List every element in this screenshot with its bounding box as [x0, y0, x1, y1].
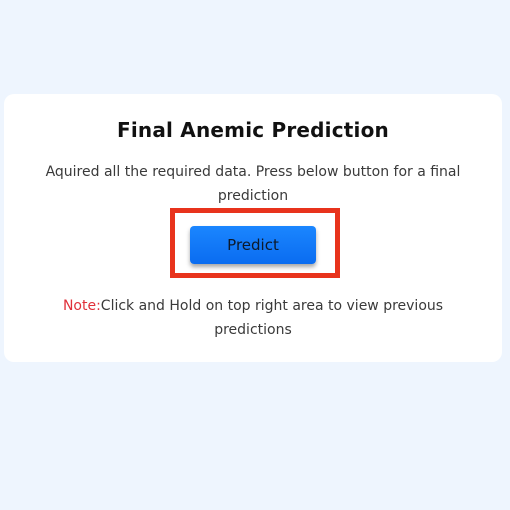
card-title: Final Anemic Prediction — [117, 118, 389, 142]
note-text: Note:Click and Hold on top right area to… — [24, 294, 482, 342]
prediction-card: Final Anemic Prediction Aquired all the … — [4, 94, 502, 362]
note-body: Click and Hold on top right area to view… — [100, 298, 444, 338]
note-label: Note: — [62, 298, 101, 314]
card-description: Aquired all the required data. Press bel… — [45, 164, 461, 204]
predict-button[interactable]: Predict — [190, 226, 316, 264]
